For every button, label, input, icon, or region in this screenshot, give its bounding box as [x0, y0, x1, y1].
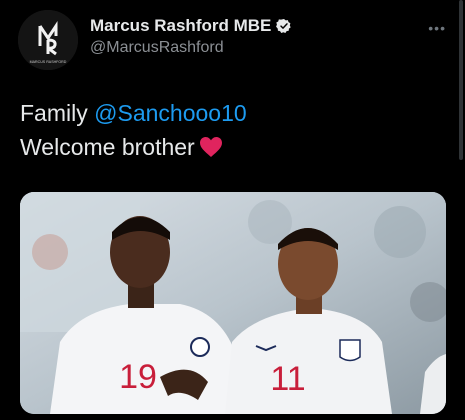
tweet-photo[interactable]: 19 11	[20, 192, 446, 414]
author-name-row[interactable]: Marcus Rashford MBE	[90, 16, 292, 36]
avatar[interactable]: MARCUS RASHFORD	[18, 10, 78, 70]
avatar-logo-text: MARCUS RASHFORD	[30, 60, 67, 64]
tweet-text: Family @Sanchooo10 Welcome brother	[20, 96, 247, 164]
avatar-logo-icon: MARCUS RASHFORD	[18, 10, 78, 70]
author-handle[interactable]: @MarcusRashford	[90, 39, 292, 57]
author-display-name[interactable]: Marcus Rashford MBE	[90, 16, 271, 36]
photo-image: 19 11	[20, 192, 446, 414]
red-heart-icon	[199, 137, 222, 157]
tweet-header: MARCUS RASHFORD Marcus Rashford MBE @Mar…	[18, 10, 448, 70]
mention-link[interactable]: @Sanchooo10	[94, 100, 247, 126]
more-dots-icon[interactable]: •••	[428, 20, 446, 36]
tweet-text-line-1: Family @Sanchooo10	[20, 96, 247, 130]
right-shirt-number: 11	[270, 360, 305, 398]
tweet-text-prefix: Family	[20, 100, 95, 126]
left-shirt-number: 19	[119, 358, 157, 396]
tweet-text-line-2: Welcome brother	[20, 130, 247, 164]
verified-badge-icon	[276, 19, 292, 33]
tweet-text-welcome: Welcome brother	[20, 134, 195, 160]
tweet: MARCUS RASHFORD Marcus Rashford MBE @Mar…	[0, 0, 465, 420]
